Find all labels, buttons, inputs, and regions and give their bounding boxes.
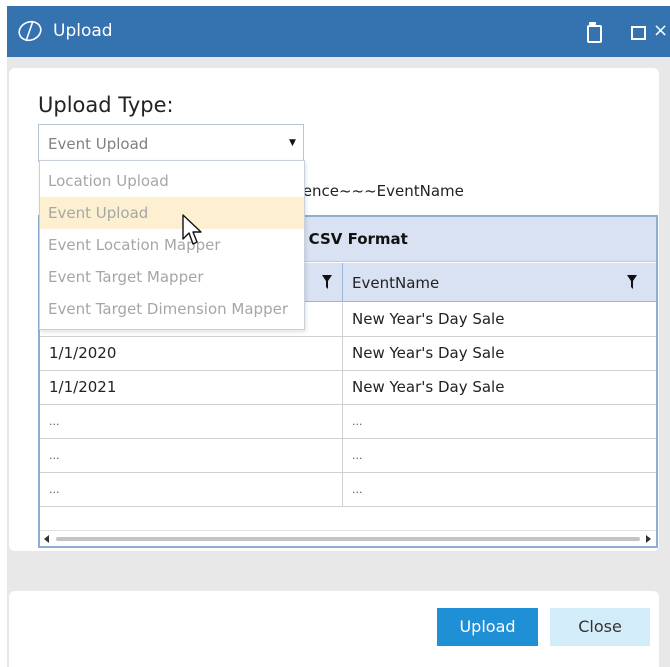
upload-dialog: Upload × Upload Type: Event Upload ▼ rre…	[7, 6, 670, 667]
column-header-eventname[interactable]: EventName	[343, 263, 656, 301]
table-cell: 1/1/2020	[40, 337, 343, 370]
upload-type-label: Upload Type:	[38, 93, 174, 117]
table-cell: ...	[40, 405, 343, 438]
scroll-left-icon[interactable]	[44, 535, 49, 543]
upload-type-selected-value: Event Upload	[48, 135, 149, 153]
filter-icon[interactable]	[627, 275, 637, 289]
dropdown-option-event-target-dimension-mapper[interactable]: Event Target Dimension Mapper	[40, 293, 304, 325]
dropdown-option-event-target-mapper[interactable]: Event Target Mapper	[40, 261, 304, 293]
table-row[interactable]: 1/1/2021 New Year's Day Sale	[40, 371, 656, 405]
dropdown-option-event-upload[interactable]: Event Upload	[40, 197, 304, 229]
table-cell: 1/1/2021	[40, 371, 343, 404]
maximize-icon[interactable]	[628, 20, 648, 42]
upload-type-dropdown-list: Location Upload Event Upload Event Locat…	[39, 160, 305, 330]
table-cell: ...	[352, 415, 363, 428]
dialog-footer: Upload Close	[9, 591, 659, 667]
table-cell: ...	[40, 473, 343, 506]
restore-icon[interactable]	[583, 20, 603, 43]
upload-button[interactable]: Upload	[437, 608, 538, 646]
table-cell: ...	[352, 449, 363, 462]
table-row[interactable]: ... ...	[40, 439, 656, 473]
table-row[interactable]: 1/1/2020 New Year's Day Sale	[40, 337, 656, 371]
table-cell: ...	[352, 483, 363, 496]
scrollbar-thumb[interactable]	[56, 537, 640, 541]
upload-type-select[interactable]: Event Upload ▼	[38, 124, 304, 162]
scroll-right-icon[interactable]	[646, 535, 651, 543]
brand-logo-icon	[18, 20, 42, 42]
window-title: Upload	[53, 21, 113, 41]
table-cell: New Year's Day Sale	[352, 344, 505, 362]
close-button[interactable]: Close	[550, 608, 650, 646]
column-label: EventName	[352, 274, 440, 292]
dropdown-option-location-upload[interactable]: Location Upload	[40, 165, 304, 197]
format-hint-text: rrence~~~EventName	[291, 182, 464, 200]
close-icon[interactable]: ×	[653, 20, 670, 42]
table-row[interactable]: ... ...	[40, 473, 656, 507]
table-cell: ...	[40, 439, 343, 472]
chevron-down-icon[interactable]: ▼	[289, 135, 296, 151]
dropdown-option-event-location-mapper[interactable]: Event Location Mapper	[40, 229, 304, 261]
table-cell: New Year's Day Sale	[352, 310, 505, 328]
horizontal-scrollbar[interactable]	[40, 530, 656, 546]
table-row[interactable]: ... ...	[40, 405, 656, 439]
title-bar[interactable]: Upload ×	[7, 6, 670, 57]
mouse-pointer-icon	[182, 214, 202, 245]
table-cell: New Year's Day Sale	[352, 378, 505, 396]
filter-icon[interactable]	[322, 275, 332, 289]
